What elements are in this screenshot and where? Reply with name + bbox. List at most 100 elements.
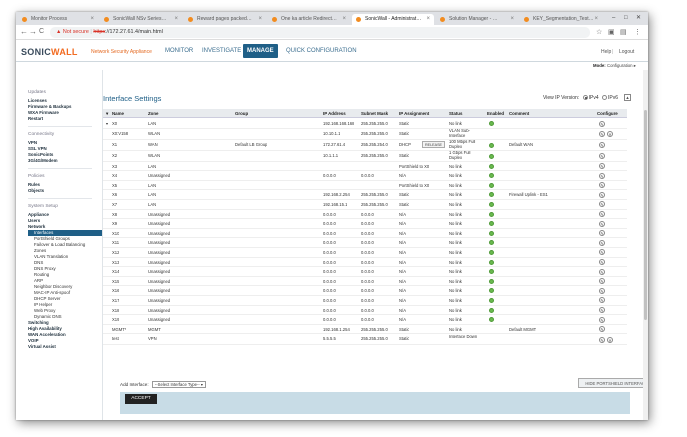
table-row[interactable]: X2 WLAN 10.1.1.1 255.255.255.0 Static 1 Gbps … xyxy=(103,151,627,162)
table-row[interactable]: X6 LAN 192.168.2.254 255.255.255.0 Static No … xyxy=(103,190,627,200)
logout-link[interactable]: Logout xyxy=(619,49,634,55)
edit-icon[interactable]: ✎ xyxy=(599,259,605,266)
column-header[interactable]: Configure xyxy=(597,109,618,118)
nav-monitor[interactable]: MONITOR xyxy=(161,44,197,58)
maximize-icon[interactable]: □ xyxy=(624,13,628,23)
delete-icon[interactable]: ✕ xyxy=(607,131,613,138)
table-row[interactable]: test VPN 5.5.5.5 255.255.255.0 Static Interfa… xyxy=(103,334,627,346)
table-row[interactable]: X19 Unassigned 0.0.0.0 0.0.0.0 N/A No link ✎ xyxy=(103,315,627,325)
edit-icon[interactable]: ✎ xyxy=(599,230,605,237)
edit-icon[interactable]: ✎ xyxy=(599,153,605,160)
browser-tab[interactable]: Reward pages packed… × xyxy=(184,14,266,25)
edit-icon[interactable]: ✎ xyxy=(599,131,605,138)
table-row[interactable]: X13 Unassigned 0.0.0.0 0.0.0.0 N/A No link ✎ xyxy=(103,258,627,268)
collapse-icon[interactable]: ▴ xyxy=(624,94,631,101)
edit-icon[interactable]: ✎ xyxy=(599,287,605,294)
table-row[interactable]: X14 Unassigned 0.0.0.0 0.0.0.0 N/A No link ✎ xyxy=(103,267,627,277)
browser-tab[interactable]: KEY_Segmentation_Test… × xyxy=(520,14,602,25)
edit-icon[interactable]: ✎ xyxy=(599,307,605,313)
tab-close-icon[interactable]: × xyxy=(426,14,430,25)
hide-portshield-button[interactable]: HIDE PORTSHIELD INTERFACES xyxy=(578,378,648,388)
edit-icon[interactable]: ✎ xyxy=(599,142,605,149)
browser-tab[interactable]: One ka article Redirect… × xyxy=(268,14,350,25)
sidebar-item[interactable]: Virtual Assist xyxy=(28,344,56,350)
column-header[interactable]: Subnet Mask xyxy=(361,109,388,118)
address-bar[interactable]: ▲ Not secure | https://172.27.61.4/main.… xyxy=(50,27,590,38)
edit-icon[interactable]: ✎ xyxy=(599,249,605,256)
tab-close-icon[interactable]: × xyxy=(342,14,346,25)
table-row[interactable]: X5 LAN PortShield to X0 No link ✎ xyxy=(103,181,627,191)
edit-icon[interactable]: ✎ xyxy=(599,326,605,333)
nav-manage[interactable]: MANAGE xyxy=(243,44,278,58)
accept-button[interactable]: ACCEPT xyxy=(125,394,157,404)
edit-icon[interactable]: ✎ xyxy=(599,239,605,246)
column-header[interactable]: Enabled xyxy=(487,109,504,118)
table-row[interactable]: X4 Unassigned 0.0.0.0 0.0.0.0 N/A No link ✎ xyxy=(103,171,627,181)
tab-close-icon[interactable]: × xyxy=(594,14,598,25)
sidebar-item[interactable]: 3G/4G/Modem xyxy=(28,158,58,164)
edit-icon[interactable]: ✎ xyxy=(599,220,605,227)
expand-row-icon[interactable]: ▾ xyxy=(106,119,108,128)
column-header[interactable]: Comment xyxy=(509,109,529,118)
page-scrollbar[interactable] xyxy=(643,70,648,420)
scrollbar-thumb[interactable] xyxy=(644,110,647,320)
help-link[interactable]: Help xyxy=(601,49,611,55)
window-close-icon[interactable]: ✕ xyxy=(636,13,641,23)
table-row[interactable]: X8 Unassigned 0.0.0.0 0.0.0.0 N/A No link ✎ xyxy=(103,210,627,220)
column-header[interactable]: Name xyxy=(112,109,124,118)
table-row[interactable]: MGMT* MGMT 192.168.1.254 255.255.255.0 Stati… xyxy=(103,325,627,335)
browser-tab[interactable]: Solution Manager - … × xyxy=(436,14,518,25)
column-header[interactable]: Zone xyxy=(148,109,159,118)
tab-close-icon[interactable]: × xyxy=(90,14,94,25)
table-row[interactable]: X0:V158 WLAN 10.10.1.1 255.255.255.0 Static V… xyxy=(103,129,627,140)
edit-icon[interactable]: ✎ xyxy=(599,201,605,208)
column-header[interactable]: Status xyxy=(449,109,462,118)
table-row[interactable]: X1 WAN Default LB Group 172.27.61.4 255.255.… xyxy=(103,140,627,151)
delete-icon[interactable]: ✕ xyxy=(607,336,613,343)
nav-investigate[interactable]: INVESTIGATE xyxy=(198,44,245,58)
mode-value[interactable]: Configuration ▸ xyxy=(607,62,636,70)
edit-icon[interactable]: ✎ xyxy=(599,211,605,218)
back-icon[interactable]: ← xyxy=(20,27,28,37)
column-header[interactable]: Group xyxy=(235,109,248,118)
table-row[interactable]: ▾ X0 LAN 192.168.168.168 255.255.255.0 Static… xyxy=(103,119,627,129)
add-interface-select[interactable]: --Select Interface Type-- ▾ xyxy=(151,381,206,388)
sidebar-item[interactable]: Restart xyxy=(28,116,43,122)
sort-arrow-icon[interactable]: ▾ xyxy=(106,109,108,118)
forward-icon[interactable]: → xyxy=(29,27,37,37)
column-header[interactable]: IP Address xyxy=(323,109,346,118)
table-row[interactable]: X12 Unassigned 0.0.0.0 0.0.0.0 N/A No link ✎ xyxy=(103,248,627,258)
browser-menu-icon[interactable]: ⋮ xyxy=(634,28,641,37)
edit-icon[interactable]: ✎ xyxy=(599,120,605,127)
dhcp-release-button[interactable]: RELEASE xyxy=(422,140,446,148)
edit-icon[interactable]: ✎ xyxy=(599,163,605,170)
table-row[interactable]: X17 Unassigned 0.0.0.0 0.0.0.0 N/A No link ✎ xyxy=(103,296,627,306)
tab-close-icon[interactable]: × xyxy=(510,14,514,25)
edit-icon[interactable]: ✎ xyxy=(599,268,605,275)
edit-icon[interactable]: ✎ xyxy=(599,316,605,323)
sidebar-item[interactable]: Objects xyxy=(28,188,44,194)
minimize-icon[interactable]: – xyxy=(612,13,615,23)
edit-icon[interactable]: ✎ xyxy=(599,297,605,304)
table-row[interactable]: X15 Unassigned 0.0.0.0 0.0.0.0 N/A No link ✎ xyxy=(103,277,627,287)
table-row[interactable]: X7 LAN 192.168.15.1 255.255.255.0 Static No l… xyxy=(103,200,627,210)
cast-icon[interactable]: ▤ xyxy=(620,28,627,37)
table-row[interactable]: X16 Unassigned 0.0.0.0 0.0.0.0 N/A No link ✎ xyxy=(103,286,627,296)
tab-close-icon[interactable]: × xyxy=(258,14,262,25)
table-row[interactable]: X18 Unassigned 0.0.0.0 0.0.0.0 N/A No link ✎ xyxy=(103,306,627,316)
edit-icon[interactable]: ✎ xyxy=(599,278,605,285)
ipv6-radio[interactable] xyxy=(602,95,608,100)
table-row[interactable]: X9 Unassigned 0.0.0.0 0.0.0.0 N/A No link ✎ xyxy=(103,219,627,229)
extension-icon[interactable]: ▣ xyxy=(608,28,615,37)
nav-quick-configuration[interactable]: QUICK CONFIGURATION xyxy=(282,44,361,58)
browser-tab[interactable]: Monitor Process × xyxy=(18,14,98,25)
edit-icon[interactable]: ✎ xyxy=(599,191,605,198)
ipv4-radio[interactable] xyxy=(582,95,588,100)
edit-icon[interactable]: ✎ xyxy=(599,172,605,179)
browser-tab[interactable]: SonicWall - Administrat… × xyxy=(352,14,434,25)
table-row[interactable]: X11 Unassigned 0.0.0.0 0.0.0.0 N/A No link ✎ xyxy=(103,238,627,248)
edit-icon[interactable]: ✎ xyxy=(599,182,605,189)
table-row[interactable]: X10 Unassigned 0.0.0.0 0.0.0.0 N/A No link ✎ xyxy=(103,229,627,239)
edit-icon[interactable]: ✎ xyxy=(599,336,605,343)
table-row[interactable]: X3 LAN PortShield to X0 No link ✎ xyxy=(103,162,627,172)
